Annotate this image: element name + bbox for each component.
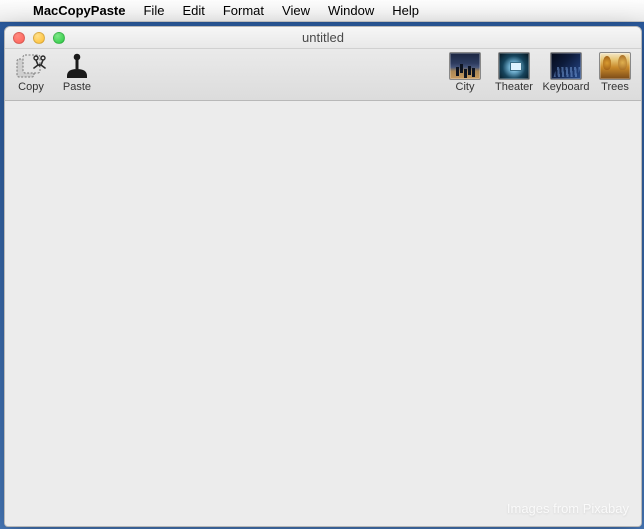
theater-label: Theater [495,81,533,93]
system-menubar: MacCopyPaste File Edit Format View Windo… [0,0,644,22]
window-title: untitled [5,30,641,45]
city-thumbnail [449,52,481,80]
paste-icon [61,52,93,80]
window-titlebar[interactable]: untitled [5,27,641,49]
trees-label: Trees [601,81,629,93]
toolbar: Copy Paste City Theater [5,49,641,101]
app-menu[interactable]: MacCopyPaste [24,0,134,22]
menu-view[interactable]: View [273,0,319,22]
copy-icon [15,52,47,80]
city-label: City [456,81,475,93]
window-controls [5,32,65,44]
city-button[interactable]: City [445,52,485,93]
keyboard-thumbnail [550,52,582,80]
keyboard-button[interactable]: Keyboard [543,52,589,93]
menu-format[interactable]: Format [214,0,273,22]
menu-window[interactable]: Window [319,0,383,22]
close-button[interactable] [13,32,25,44]
app-window: untitled Copy [4,26,642,527]
paste-button[interactable]: Paste [57,52,97,93]
menu-help[interactable]: Help [383,0,428,22]
theater-thumbnail [498,52,530,80]
menu-file[interactable]: File [134,0,173,22]
trees-thumbnail [599,52,631,80]
theater-button[interactable]: Theater [491,52,537,93]
copy-button[interactable]: Copy [11,52,51,93]
zoom-button[interactable] [53,32,65,44]
watermark-text: Images from Pixabay [507,501,629,516]
copy-label: Copy [18,81,44,93]
keyboard-label: Keyboard [542,81,589,93]
paste-label: Paste [63,81,91,93]
document-area[interactable]: Images from Pixabay [5,101,641,526]
trees-button[interactable]: Trees [595,52,635,93]
minimize-button[interactable] [33,32,45,44]
menu-edit[interactable]: Edit [173,0,213,22]
